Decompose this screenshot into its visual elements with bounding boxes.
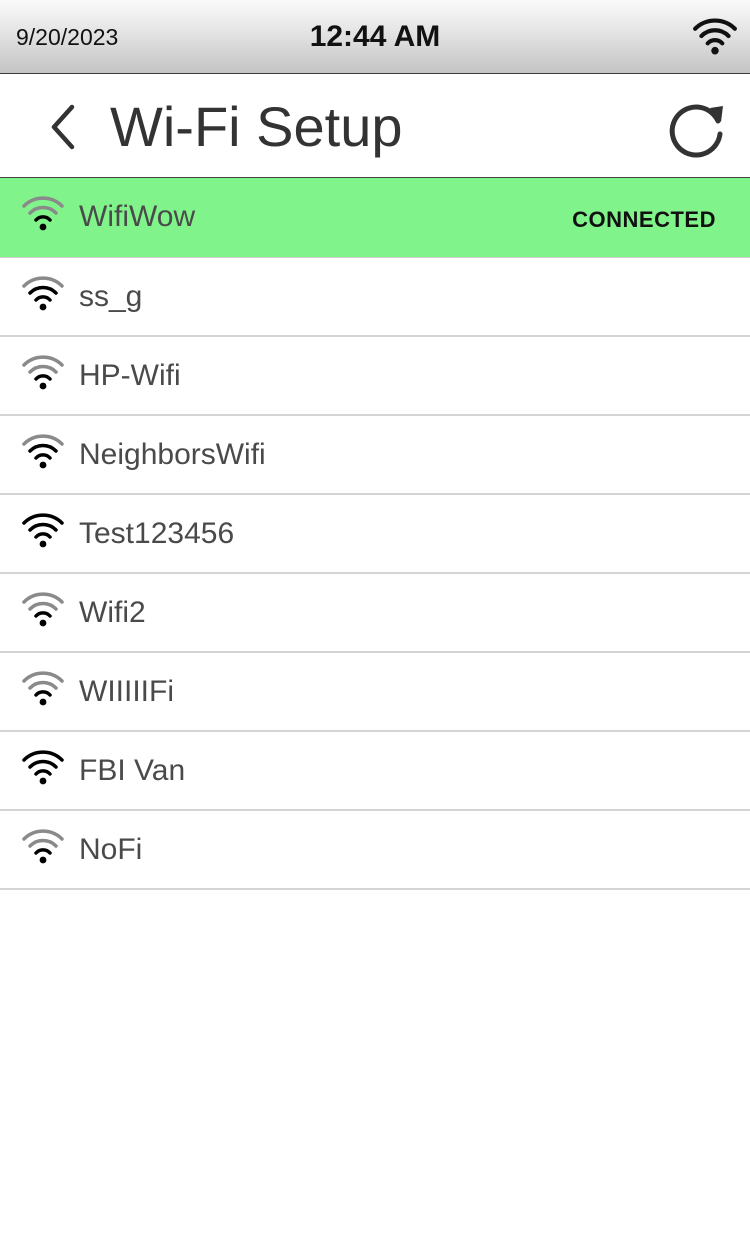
wifi-signal-icon: [22, 434, 64, 469]
wifi-signal-icon: [22, 592, 64, 627]
page-title: Wi-Fi Setup: [110, 95, 403, 158]
network-name: Test123456: [79, 517, 235, 550]
network-name: WifiWow: [79, 200, 196, 233]
header: Wi-Fi Setup: [0, 75, 750, 178]
status-time: 12:44 AM: [309, 20, 441, 53]
network-row[interactable]: FBI Van: [0, 732, 750, 811]
network-row[interactable]: Test123456: [0, 495, 750, 574]
network-name: Wifi2: [79, 596, 146, 629]
wifi-signal-icon: [22, 671, 64, 706]
refresh-icon[interactable]: [666, 98, 728, 160]
network-row[interactable]: WifiWow CONNECTED: [0, 178, 750, 258]
network-name: NeighborsWifi: [79, 438, 266, 471]
network-list: WifiWow CONNECTED ss_g HP-Wifi NeighborsWifi…: [0, 178, 750, 890]
wifi-icon: [693, 18, 737, 55]
wifi-signal-icon: [22, 196, 64, 231]
network-name: HP-Wifi: [79, 359, 181, 392]
connection-status: CONNECTED: [572, 207, 716, 232]
network-row[interactable]: NoFi: [0, 811, 750, 890]
wifi-signal-icon: [22, 355, 64, 390]
network-row[interactable]: Wifi2: [0, 574, 750, 653]
network-name: ss_g: [79, 280, 143, 313]
network-name: WIIIIIFi: [79, 675, 174, 708]
network-row[interactable]: WIIIIIFi: [0, 653, 750, 732]
wifi-signal-icon: [22, 750, 64, 785]
wifi-signal-icon: [22, 276, 64, 311]
network-name: NoFi: [79, 833, 143, 866]
network-row[interactable]: NeighborsWifi: [0, 416, 750, 495]
status-bar: 9/20/2023 12:44 AM: [0, 0, 750, 74]
chevron-left-icon[interactable]: [38, 97, 88, 157]
wifi-signal-icon: [22, 829, 64, 864]
network-name: FBI Van: [79, 754, 186, 787]
wifi-signal-icon: [22, 513, 64, 548]
network-row[interactable]: ss_g: [0, 258, 750, 337]
network-row[interactable]: HP-Wifi: [0, 337, 750, 416]
